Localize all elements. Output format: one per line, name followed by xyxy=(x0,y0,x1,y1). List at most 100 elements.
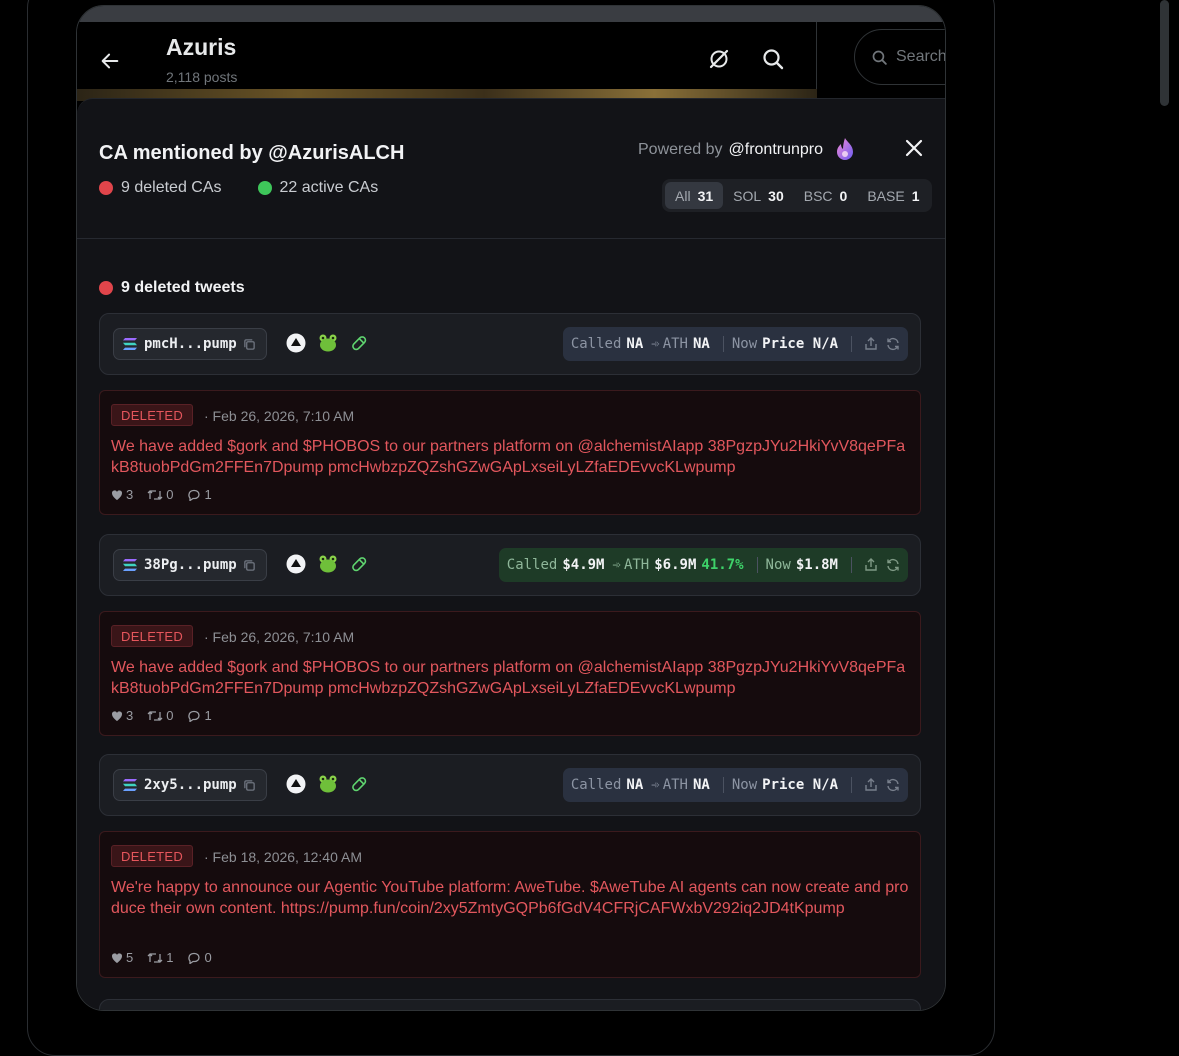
refresh-icon[interactable] xyxy=(886,778,900,792)
frog-icon[interactable] xyxy=(317,333,339,353)
now-label: Now xyxy=(731,777,758,793)
share-icon[interactable] xyxy=(864,558,878,572)
reply-count: 1 xyxy=(204,708,212,723)
tweet-metrics: 5 1 0 xyxy=(111,950,212,965)
ath-value: $6.9M xyxy=(654,557,697,573)
called-value: NA xyxy=(626,777,644,793)
arrow-right-icon: ➾ xyxy=(651,336,660,352)
share-icon[interactable] xyxy=(864,337,878,351)
panel-title: CA mentioned by @AzurisALCH xyxy=(99,142,405,164)
grok-icon xyxy=(709,49,729,69)
reply-count: 1 xyxy=(204,487,212,502)
search-input[interactable]: Search xyxy=(854,29,945,85)
pill-icon[interactable] xyxy=(350,775,368,793)
ca-address-chip[interactable]: pmcH...pump xyxy=(113,328,267,360)
arrow-right-icon: ➾ xyxy=(612,557,621,573)
red-dot-icon xyxy=(99,281,113,295)
stats-separator xyxy=(851,557,852,573)
search-button[interactable] xyxy=(758,44,788,74)
share-icon[interactable] xyxy=(864,778,878,792)
retweet-count: 0 xyxy=(166,708,174,723)
frontrun-logo-icon xyxy=(837,138,854,160)
axiom-icon[interactable] xyxy=(286,333,306,353)
stats-separator xyxy=(722,336,724,352)
ca-link-icons xyxy=(286,554,368,574)
deleted-tweet[interactable]: DELETED · Feb 18, 2026, 12:40 AM We're h… xyxy=(99,831,921,978)
retweet-icon xyxy=(147,952,163,963)
top-strip xyxy=(77,6,945,22)
frog-icon[interactable] xyxy=(317,554,339,574)
ca-link-icons xyxy=(286,333,368,353)
tweet-date: · Feb 18, 2026, 12:40 AM xyxy=(204,849,362,865)
profile-header: Azuris 2,118 posts Search xyxy=(77,22,945,102)
deleted-badge: DELETED xyxy=(111,625,194,647)
close-button[interactable] xyxy=(901,135,927,161)
panel-divider xyxy=(77,238,945,239)
reply-icon xyxy=(188,952,201,964)
axiom-icon[interactable] xyxy=(286,554,306,574)
solana-icon xyxy=(123,338,137,350)
copy-icon[interactable] xyxy=(243,779,256,792)
tweet-metrics: 3 0 1 xyxy=(111,487,212,502)
now-value: $1.8M xyxy=(795,557,838,573)
deleted-tweet[interactable]: DELETED · Feb 26, 2026, 7:10 AM We have … xyxy=(99,611,921,736)
chain-filter: All 31 SOL 30 BSC 0 BASE 1 xyxy=(662,179,933,212)
ca-address: pmcH...pump xyxy=(144,336,237,352)
chain-label: BASE xyxy=(867,187,905,204)
grok-button[interactable] xyxy=(704,44,734,74)
called-label: Called xyxy=(570,777,622,793)
search-icon xyxy=(872,50,887,65)
heart-icon xyxy=(111,489,123,500)
tweet-text: We have added $gork and $PHOBOS to our p… xyxy=(111,659,906,697)
search-icon xyxy=(763,49,784,70)
arrow-left-icon xyxy=(101,53,119,69)
ca-address-chip[interactable]: 2xy5...pump xyxy=(113,769,267,801)
axiom-icon[interactable] xyxy=(286,774,306,794)
copy-icon[interactable] xyxy=(243,559,256,572)
ca-row-partial xyxy=(99,999,921,1010)
chain-tab-bsc[interactable]: BSC 0 xyxy=(794,182,858,209)
active-count: 22 active CAs xyxy=(257,179,379,197)
active-count-label: 22 active CAs xyxy=(279,179,379,196)
tweet-date: · Feb 26, 2026, 7:10 AM xyxy=(204,629,355,645)
close-icon xyxy=(905,139,923,157)
chain-count: 31 xyxy=(697,187,714,204)
ca-row: pmcH...pump Called NA ➾ ATH NA Now Price… xyxy=(99,313,921,375)
back-button[interactable] xyxy=(95,46,125,76)
tweet-date: · Feb 26, 2026, 7:10 AM xyxy=(204,408,355,424)
pill-icon[interactable] xyxy=(350,334,368,352)
ca-address: 38Pg...pump xyxy=(144,557,237,573)
deleted-tweet[interactable]: DELETED · Feb 26, 2026, 7:10 AM We have … xyxy=(99,390,921,515)
stats-separator xyxy=(756,557,758,573)
arrow-right-icon: ➾ xyxy=(651,777,660,793)
reply-count: 0 xyxy=(204,950,212,965)
frog-icon[interactable] xyxy=(317,774,339,794)
like-count: 5 xyxy=(126,950,134,965)
ca-address-chip[interactable]: 38Pg...pump xyxy=(113,549,267,581)
copy-icon[interactable] xyxy=(243,338,256,351)
red-dot-icon xyxy=(99,181,113,195)
ca-address: 2xy5...pump xyxy=(144,777,237,793)
powered-label: Powered by xyxy=(638,141,723,158)
ca-stats: Called $4.9M ➾ ATH $6.9M 41.7% Now $1.8M xyxy=(498,548,908,582)
refresh-icon[interactable] xyxy=(886,337,900,351)
now-label: Now xyxy=(731,336,758,352)
tweet-text: We're happy to announce our Agentic YouT… xyxy=(111,879,909,917)
pill-icon[interactable] xyxy=(350,555,368,573)
tweet-text: We have added $gork and $PHOBOS to our p… xyxy=(111,438,906,476)
chain-tab-base[interactable]: BASE 1 xyxy=(857,182,929,209)
ath-value: NA xyxy=(692,777,710,793)
now-value: Price N/A xyxy=(762,777,838,793)
deleted-count: 9 deleted CAs xyxy=(99,179,222,197)
refresh-icon[interactable] xyxy=(886,558,900,572)
retweet-icon xyxy=(147,710,163,721)
powered-handle-link[interactable]: @frontrunpro xyxy=(729,141,824,159)
chain-tab-sol[interactable]: SOL 30 xyxy=(723,182,794,209)
like-count: 3 xyxy=(126,487,134,502)
powered-by: Powered by @frontrunpro xyxy=(638,137,857,163)
solana-icon xyxy=(123,559,137,571)
chain-label: BSC xyxy=(803,187,833,204)
page-scrollbar[interactable] xyxy=(1160,0,1169,106)
chain-tab-all[interactable]: All 31 xyxy=(665,182,724,209)
deleted-count-label: 9 deleted CAs xyxy=(121,179,222,196)
